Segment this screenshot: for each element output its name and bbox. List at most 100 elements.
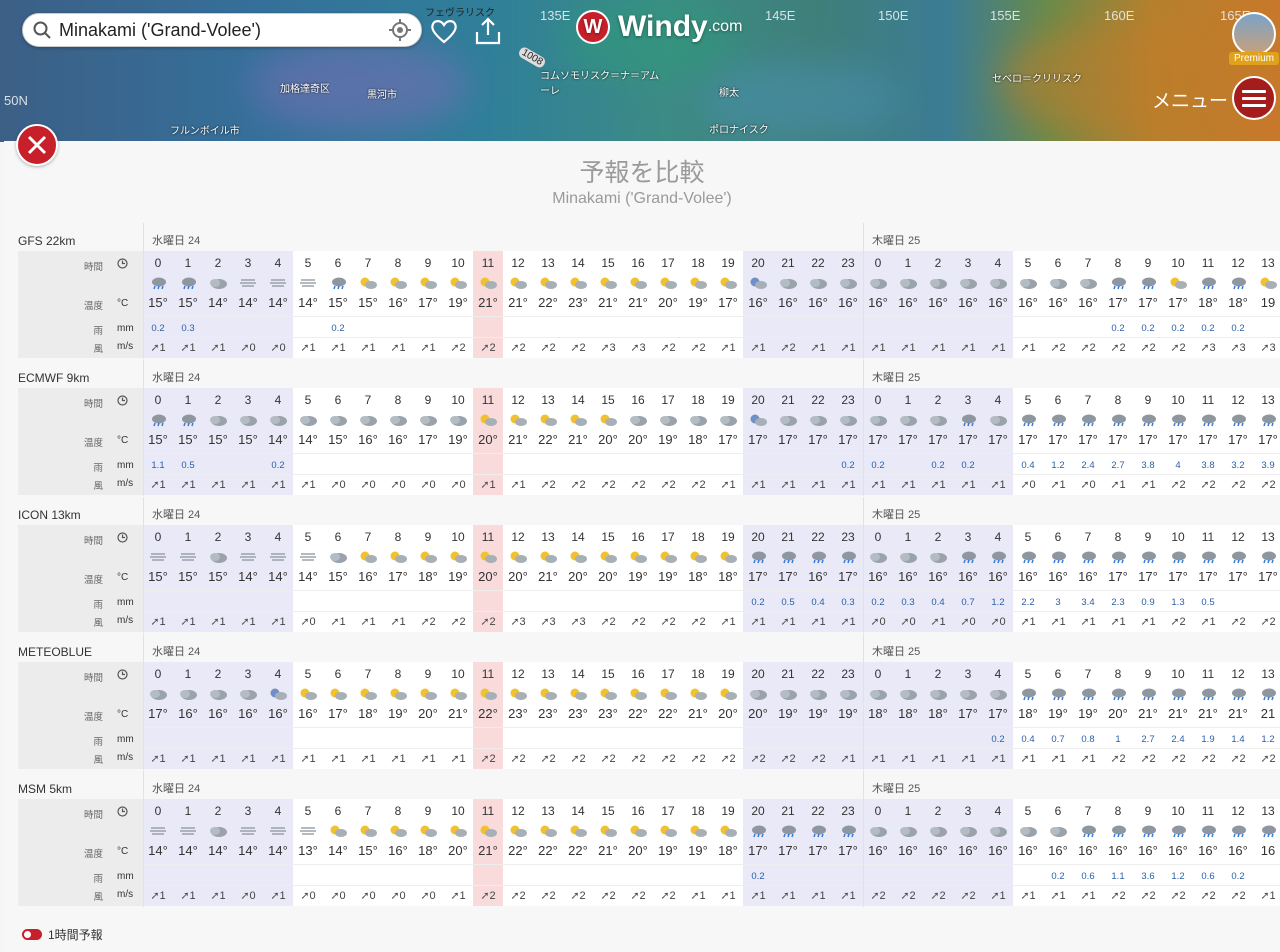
hour-column[interactable]: 11 21° 1.9 ➚2 bbox=[1193, 662, 1223, 769]
hour-column[interactable]: 6 14° ➚0 bbox=[323, 799, 353, 906]
hour-column[interactable]: 8 16° ➚1 bbox=[383, 251, 413, 358]
hour-column[interactable]: 14 22° ➚2 bbox=[563, 799, 593, 906]
forecast-grid[interactable]: 時間 温度 °C 雨 mm 風 m/s 0 14° ➚1 1 14° ➚1 2 14° ➚1 3 14° ➚0 4 14… bbox=[18, 799, 1280, 906]
hour-column[interactable]: 7 18° ➚1 bbox=[353, 662, 383, 769]
hour-column[interactable]: 11 21° ➚2 bbox=[473, 251, 503, 358]
hour-column[interactable]: 6 17° ➚1 bbox=[323, 662, 353, 769]
hour-column[interactable]: 16 20° ➚2 bbox=[623, 799, 653, 906]
hour-column[interactable]: 5 14° ➚1 bbox=[293, 251, 323, 358]
hour-column[interactable]: 4 14° ➚1 bbox=[263, 525, 293, 632]
hour-column[interactable]: 21 16° ➚2 bbox=[773, 251, 803, 358]
hour-column[interactable]: 7 16° ➚2 bbox=[1073, 251, 1103, 358]
hour-column[interactable]: 19 18° ➚1 bbox=[713, 525, 743, 632]
hour-column[interactable]: 9 21° 2.7 ➚2 bbox=[1133, 662, 1163, 769]
hour-column[interactable]: 4 14° ➚0 bbox=[263, 251, 293, 358]
hour-column[interactable]: 20 20° ➚2 bbox=[743, 662, 773, 769]
hour-column[interactable]: 0 16° 0.2 ➚0 bbox=[863, 525, 893, 632]
hour-column[interactable]: 4 17° 0.2 ➚1 bbox=[983, 662, 1013, 769]
hour-column[interactable]: 9 17° ➚0 bbox=[413, 388, 443, 495]
hour-column[interactable]: 11 18° 0.2 ➚3 bbox=[1193, 251, 1223, 358]
hour-column[interactable]: 1 15° ➚1 bbox=[173, 525, 203, 632]
hour-column[interactable]: 13 16 ➚1 bbox=[1253, 799, 1280, 906]
hour-column[interactable]: 12 17° ➚2 bbox=[1223, 525, 1253, 632]
hour-column[interactable]: 15 20° ➚2 bbox=[593, 388, 623, 495]
hour-column[interactable]: 8 17° 2.7 ➚1 bbox=[1103, 388, 1133, 495]
hour-column[interactable]: 22 17° ➚1 bbox=[803, 388, 833, 495]
hour-column[interactable]: 15 21° ➚3 bbox=[593, 251, 623, 358]
hour-column[interactable]: 12 16° 0.2 ➚2 bbox=[1223, 799, 1253, 906]
hour-column[interactable]: 2 16° ➚1 bbox=[203, 662, 233, 769]
hour-column[interactable]: 13 17° ➚2 bbox=[1253, 525, 1280, 632]
hour-column[interactable]: 8 16° ➚0 bbox=[383, 799, 413, 906]
hour-column[interactable]: 16 22° ➚2 bbox=[623, 662, 653, 769]
hour-column[interactable]: 14 20° ➚3 bbox=[563, 525, 593, 632]
hour-column[interactable]: 0 17° ➚1 bbox=[143, 662, 173, 769]
hour-column[interactable]: 12 21° ➚2 bbox=[503, 251, 533, 358]
hour-column[interactable]: 9 16° 3.6 ➚2 bbox=[1133, 799, 1163, 906]
hour-column[interactable]: 0 15° ➚1 bbox=[143, 525, 173, 632]
hour-column[interactable]: 22 19° ➚2 bbox=[803, 662, 833, 769]
hour-column[interactable]: 6 16° 0.2 ➚1 bbox=[1043, 799, 1073, 906]
hour-column[interactable]: 23 17° 0.3 ➚1 bbox=[833, 525, 863, 632]
hour-column[interactable]: 0 16° ➚1 bbox=[863, 251, 893, 358]
hour-column[interactable]: 13 22° ➚2 bbox=[533, 251, 563, 358]
hour-column[interactable]: 11 17° 0.5 ➚1 bbox=[1193, 525, 1223, 632]
hour-column[interactable]: 7 16° ➚1 bbox=[353, 525, 383, 632]
hour-column[interactable]: 23 19° ➚1 bbox=[833, 662, 863, 769]
hour-column[interactable]: 10 20° ➚1 bbox=[443, 799, 473, 906]
hour-column[interactable]: 10 17° 4 ➚2 bbox=[1163, 388, 1193, 495]
hour-column[interactable]: 4 17° ➚1 bbox=[983, 388, 1013, 495]
menu-label[interactable]: メニュー bbox=[1152, 86, 1228, 113]
hour-column[interactable]: 20 17° ➚1 bbox=[743, 388, 773, 495]
hour-column[interactable]: 12 22° ➚2 bbox=[503, 799, 533, 906]
hour-column[interactable]: 12 20° ➚3 bbox=[503, 525, 533, 632]
hour-column[interactable]: 22 16° 0.4 ➚1 bbox=[803, 525, 833, 632]
hour-column[interactable]: 2 16° ➚2 bbox=[923, 799, 953, 906]
close-button[interactable] bbox=[16, 124, 58, 166]
hour-column[interactable]: 22 17° ➚1 bbox=[803, 799, 833, 906]
hour-column[interactable]: 13 21 1.2 ➚2 bbox=[1253, 662, 1280, 769]
search-input[interactable]: Minakami ('Grand-Volee') bbox=[51, 20, 389, 41]
hour-column[interactable]: 19 20° ➚2 bbox=[713, 662, 743, 769]
hour-column[interactable]: 7 17° 2.4 ➚0 bbox=[1073, 388, 1103, 495]
hour-column[interactable]: 5 18° 0.4 ➚1 bbox=[1013, 662, 1043, 769]
hour-column[interactable]: 18 18° ➚2 bbox=[683, 388, 713, 495]
hour-column[interactable]: 13 22° ➚2 bbox=[533, 388, 563, 495]
hour-column[interactable]: 18 19° ➚1 bbox=[683, 799, 713, 906]
hour-column[interactable]: 13 19 ➚3 bbox=[1253, 251, 1280, 358]
hour-column[interactable]: 3 17° ➚1 bbox=[953, 662, 983, 769]
hour-column[interactable]: 3 14° ➚0 bbox=[233, 799, 263, 906]
hour-column[interactable]: 0 17° 0.2 ➚1 bbox=[863, 388, 893, 495]
hour-column[interactable]: 13 17° 3.9 ➚2 bbox=[1253, 388, 1280, 495]
hour-column[interactable]: 1 14° ➚1 bbox=[173, 799, 203, 906]
hour-column[interactable]: 1 16° ➚2 bbox=[893, 799, 923, 906]
hour-column[interactable]: 10 19° ➚2 bbox=[443, 251, 473, 358]
forecast-grid[interactable]: 時間 温度 °C 雨 mm 風 m/s 0 17° ➚1 1 16° ➚1 2 16° ➚1 3 16° ➚1 4 16… bbox=[18, 662, 1280, 769]
hour-column[interactable]: 9 20° ➚1 bbox=[413, 662, 443, 769]
hour-column[interactable]: 6 19° 0.7 ➚1 bbox=[1043, 662, 1073, 769]
share-icon[interactable] bbox=[474, 16, 502, 46]
hour-column[interactable]: 17 19° ➚2 bbox=[653, 799, 683, 906]
hour-column[interactable]: 6 16° 3 ➚1 bbox=[1043, 525, 1073, 632]
forecast-grid[interactable]: 時間 温度 °C 雨 mm 風 m/s 0 15° ➚1 1 15° ➚1 2 15° ➚1 3 14° ➚1 4 14… bbox=[18, 525, 1280, 632]
hour-column[interactable]: 1 16° ➚1 bbox=[173, 662, 203, 769]
hour-column[interactable]: 4 16° ➚1 bbox=[263, 662, 293, 769]
hour-column[interactable]: 7 15° ➚0 bbox=[353, 799, 383, 906]
search-bar[interactable]: Minakami ('Grand-Volee') bbox=[22, 13, 422, 47]
hour-column[interactable]: 20 16° ➚1 bbox=[743, 251, 773, 358]
hour-column[interactable]: 2 16° 0.4 ➚1 bbox=[923, 525, 953, 632]
hour-column[interactable]: 11 22° ➚2 bbox=[473, 662, 503, 769]
hour-column[interactable]: 6 16° ➚2 bbox=[1043, 251, 1073, 358]
hour-column[interactable]: 2 14° ➚1 bbox=[203, 799, 233, 906]
hour-column[interactable]: 16 20° ➚2 bbox=[623, 388, 653, 495]
hour-column[interactable]: 12 21° ➚1 bbox=[503, 388, 533, 495]
hour-column[interactable]: 7 16° 3.4 ➚1 bbox=[1073, 525, 1103, 632]
hour-column[interactable]: 13 23° ➚2 bbox=[533, 662, 563, 769]
toggle-switch[interactable] bbox=[22, 929, 42, 940]
hour-column[interactable]: 18 18° ➚2 bbox=[683, 525, 713, 632]
hour-column[interactable]: 8 16° 1.1 ➚2 bbox=[1103, 799, 1133, 906]
hour-column[interactable]: 6 17° 1.2 ➚1 bbox=[1043, 388, 1073, 495]
hour-column[interactable]: 20 17° 0.2 ➚1 bbox=[743, 525, 773, 632]
hour-column[interactable]: 17 19° ➚2 bbox=[653, 525, 683, 632]
hour-column[interactable]: 14 23° ➚2 bbox=[563, 251, 593, 358]
